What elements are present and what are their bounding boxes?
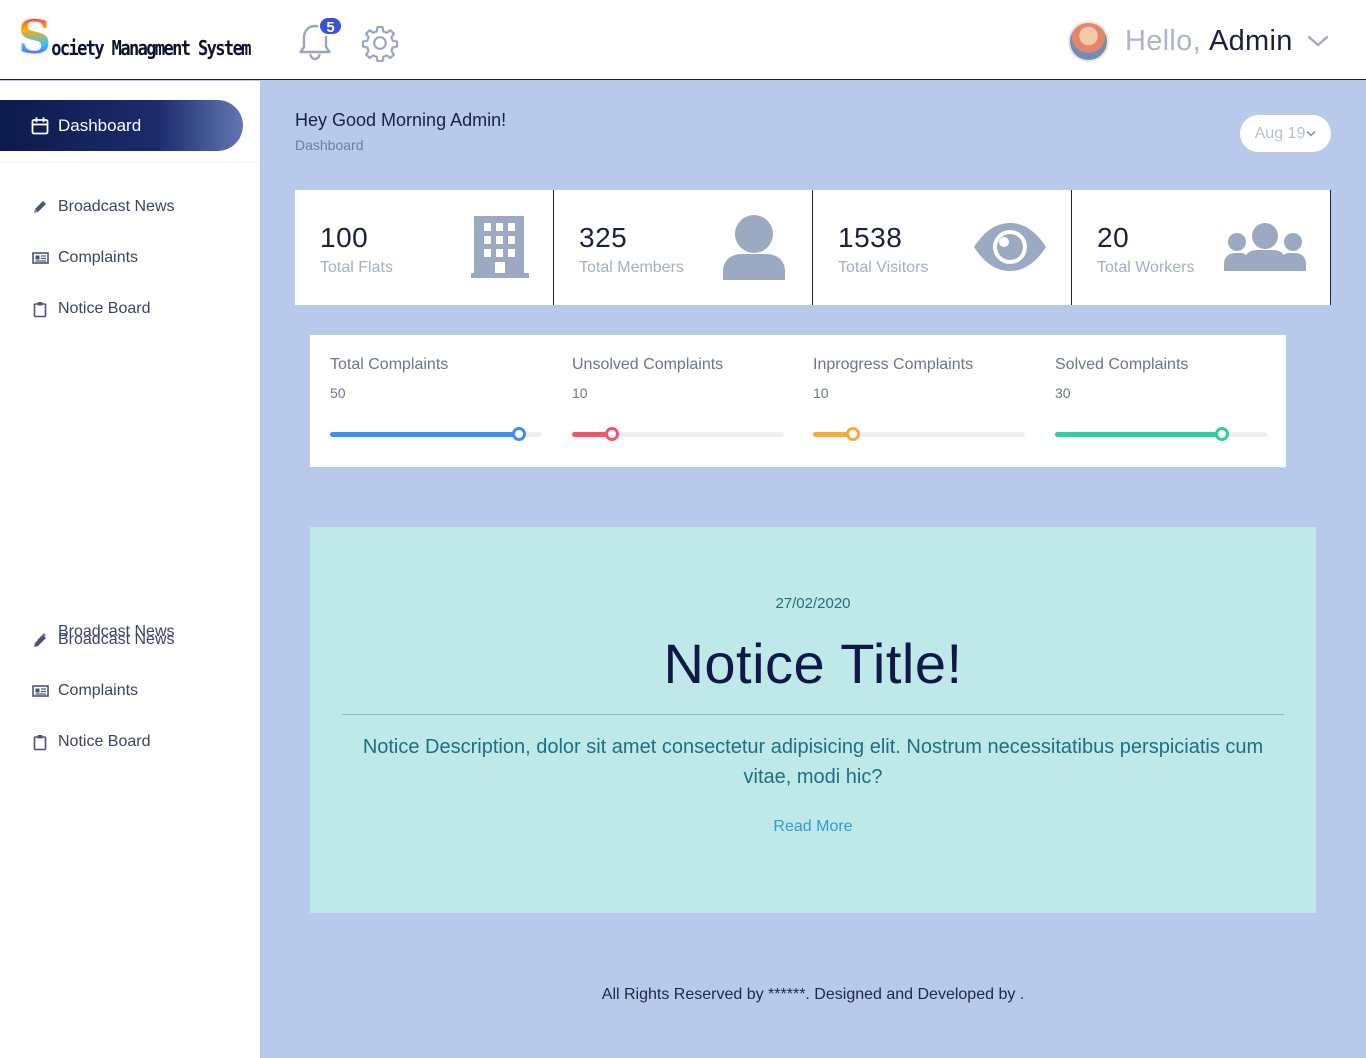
progress-fill — [1055, 432, 1223, 437]
breadcrumb[interactable]: Dashboard — [295, 137, 364, 153]
notice-card: 27/02/2020 Notice Title! Notice Descript… — [310, 527, 1316, 913]
notice-date: 27/02/2020 — [775, 595, 851, 612]
brand-logo[interactable]: S ociety Managment System — [0, 0, 260, 80]
progress-handle[interactable] — [846, 427, 861, 441]
sidebar-item-label: Broadcast News — [58, 198, 175, 215]
sidebar-item-broadcast-news[interactable]: Broadcast News — [31, 195, 175, 219]
page-greeting: Hey Good Morning Admin! — [295, 110, 507, 130]
user-name: Admin — [1208, 24, 1293, 57]
complaint-count: 10 — [572, 385, 588, 401]
pencil-icon — [31, 631, 49, 649]
stat-card-members[interactable]: 325 Total Members — [554, 190, 813, 305]
stat-value: 20 — [1097, 222, 1130, 253]
sidebar-item-label: Dashboard — [58, 115, 142, 135]
complaint-title: Inprogress Complaints — [813, 356, 974, 373]
progress-handle[interactable] — [605, 427, 620, 441]
stats-row: 100 Total Flats 325 Total Members 1538 T… — [295, 190, 1331, 305]
user-icon — [723, 215, 785, 280]
progress-track — [572, 427, 784, 441]
clipboard-icon — [31, 300, 49, 318]
brand-name: ociety Managment System — [51, 37, 251, 61]
complaint-stat-total: Total Complaints 50 — [330, 335, 542, 467]
stat-card-flats[interactable]: 100 Total Flats — [295, 190, 554, 305]
newspaper-icon — [31, 682, 49, 700]
stat-label: Total Flats — [320, 259, 393, 276]
sidebar-item-notice-board[interactable]: Notice Board — [31, 297, 151, 321]
greeting-prefix: Hello, — [1125, 24, 1201, 57]
pencil-icon — [31, 198, 49, 216]
gear-icon[interactable] — [361, 24, 399, 62]
sidebar: Dashboard Broadcast News Complaints Noti… — [0, 81, 260, 1058]
sidebar-item-broadcast-news[interactable]: Broadcast News — [31, 628, 175, 652]
progress-handle[interactable] — [511, 427, 526, 441]
stat-value: 325 — [579, 222, 628, 253]
notification-count-badge: 5 — [318, 16, 343, 36]
complaint-stat-inprogress: Inprogress Complaints 10 — [813, 335, 1025, 467]
avatar — [1068, 20, 1109, 62]
stat-card-visitors[interactable]: 1538 Total Visitors — [813, 190, 1072, 305]
progress-track — [813, 427, 1025, 441]
sidebar-item-complaints[interactable]: Complaints — [31, 246, 138, 270]
notice-divider — [342, 714, 1284, 715]
chevron-down-icon — [1306, 130, 1316, 137]
complaint-count: 30 — [1055, 385, 1071, 401]
complaint-count: 50 — [330, 385, 346, 401]
date-filter-dropdown[interactable]: Aug 19 — [1240, 115, 1331, 152]
notice-title: Notice Title! — [663, 632, 963, 695]
stat-label: Total Workers — [1097, 259, 1195, 276]
progress-track — [1055, 427, 1267, 441]
complaint-title: Solved Complaints — [1055, 356, 1189, 373]
stat-value: 1538 — [838, 222, 903, 253]
sidebar-item-label: Complaints — [58, 249, 139, 266]
stat-label: Total Visitors — [838, 259, 929, 276]
progress-fill — [330, 432, 519, 437]
complaint-count: 10 — [813, 385, 829, 401]
progress-handle[interactable] — [1215, 427, 1230, 441]
stat-label: Total Members — [579, 259, 684, 276]
read-more-link[interactable]: Read More — [310, 818, 1316, 836]
complaints-panel: Total Complaints 50 Unsolved Complaints … — [310, 335, 1286, 467]
complaint-title: Total Complaints — [330, 356, 449, 373]
calendar-icon — [31, 116, 49, 134]
sidebar-item-dashboard[interactable]: Dashboard — [0, 100, 243, 151]
sidebar-divider — [0, 161, 260, 162]
eye-icon — [974, 223, 1046, 271]
newspaper-icon — [31, 249, 49, 267]
complaint-title: Unsolved Complaints — [572, 356, 724, 373]
notice-description: Notice Description, dolor sit amet conse… — [362, 736, 1264, 788]
progress-track — [330, 427, 542, 441]
sidebar-item-label: Broadcast News — [58, 631, 175, 648]
sidebar-item-complaints[interactable]: Complaints — [31, 679, 138, 703]
sidebar-item-label: Notice Board — [58, 300, 151, 317]
complaint-stat-unsolved: Unsolved Complaints 10 — [572, 335, 784, 467]
sidebar-item-label: Notice Board — [58, 733, 151, 750]
users-icon — [1224, 223, 1306, 271]
clipboard-icon — [31, 733, 49, 751]
top-header: S ociety Managment System 5 Hello, Admin — [0, 0, 1366, 80]
brand-logo-letter: S — [18, 10, 52, 64]
stat-card-workers[interactable]: 20 Total Workers — [1072, 190, 1331, 305]
sidebar-item-label: Complaints — [58, 682, 139, 699]
user-menu[interactable]: Hello, Admin — [1068, 20, 1329, 62]
footer-text: All Rights Reserved by ******. Designed … — [601, 986, 1025, 1003]
building-icon — [471, 216, 529, 278]
date-filter-value: Aug 19 — [1254, 124, 1306, 142]
chevron-down-icon — [1307, 35, 1328, 47]
sidebar-item-notice-board[interactable]: Notice Board — [31, 730, 151, 754]
complaint-stat-solved: Solved Complaints 30 — [1055, 335, 1267, 467]
stat-value: 100 — [320, 222, 369, 253]
